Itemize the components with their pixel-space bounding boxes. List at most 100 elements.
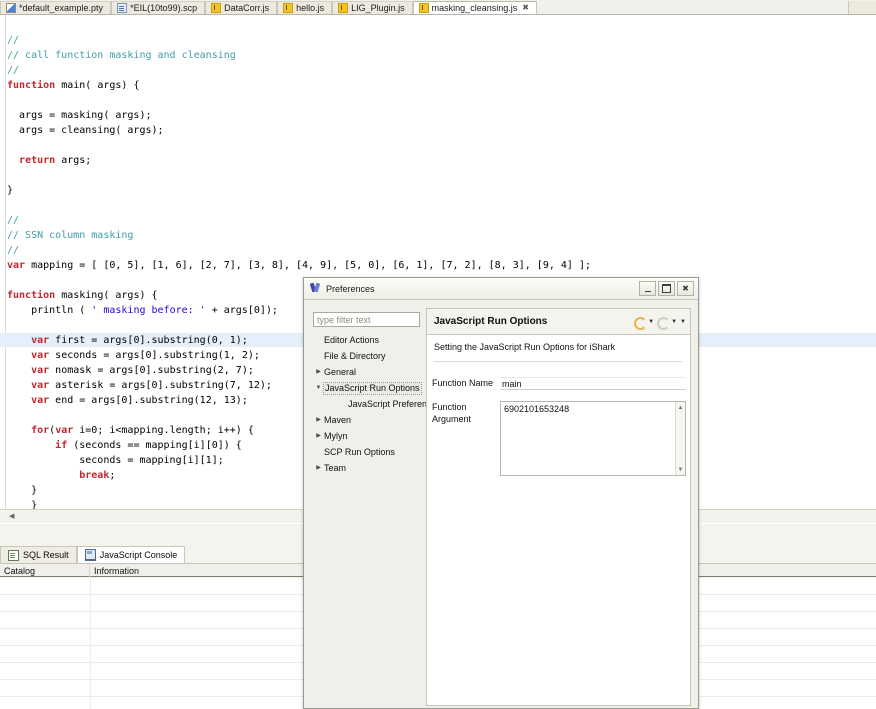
panel-description: Setting the JavaScript Run Options for i… <box>434 342 616 352</box>
code-line: return args; <box>19 155 92 166</box>
bottom-tab-label: JavaScript Console <box>99 550 178 560</box>
scroll-left-icon[interactable]: ◀ <box>9 513 14 520</box>
column-header-catalog[interactable]: Catalog <box>0 564 90 577</box>
scroll-up-icon[interactable]: ▲ <box>676 403 685 412</box>
preferences-dialog[interactable]: Preferences ✖ ▶Editor Actions▶File & Dir… <box>303 277 699 709</box>
editor-tab-bar: *default_example.pty *EIL(10to99).scp Da… <box>0 0 876 15</box>
code-line: } <box>7 185 14 196</box>
tree-item-editor-actions[interactable]: ▶Editor Actions <box>313 332 421 348</box>
forward-dropdown-icon[interactable]: ▼ <box>671 319 677 325</box>
tree-item-maven[interactable]: ▶ Maven <box>313 412 421 428</box>
function-argument-input[interactable] <box>501 402 676 475</box>
tree-item-label: General <box>324 366 357 377</box>
function-argument-scrollbar[interactable]: ▲ ▼ <box>675 402 685 475</box>
filter-input[interactable] <box>313 312 420 327</box>
code-line: // <box>7 65 20 76</box>
scroll-down-icon[interactable]: ▼ <box>676 465 685 474</box>
maximize-button[interactable] <box>658 281 675 296</box>
eclipse-ide-window: *default_example.pty *EIL(10to99).scp Da… <box>0 0 876 709</box>
panel-heading-bar: JavaScript Run Options ▼ ▼ ▼ <box>427 309 690 335</box>
code-line: // <box>7 245 20 256</box>
console-icon <box>84 549 96 561</box>
bottom-tab-bar: SQL Result JavaScript Console <box>0 545 186 563</box>
editor-tab-hello-js[interactable]: hello.js <box>277 1 333 14</box>
panel-navigation-controls: ▼ ▼ ▼ <box>634 316 686 330</box>
sql-result-icon <box>8 549 19 561</box>
tab-sql-result[interactable]: SQL Result <box>0 546 77 563</box>
editor-tab-label: *EIL(10to99).scp <box>130 3 198 13</box>
js-file-icon <box>418 3 429 13</box>
editor-tab-masking-cleansing-js[interactable]: masking_cleansing.js ✖ <box>412 1 537 14</box>
code-line: // <box>7 35 20 46</box>
function-name-input[interactable] <box>500 377 686 390</box>
js-file-icon <box>338 3 349 13</box>
editor-tab-label: masking_cleansing.js <box>431 3 518 13</box>
editor-gutter <box>0 15 6 523</box>
code-line: // <box>7 215 20 226</box>
back-icon[interactable] <box>634 316 648 330</box>
chevron-right-icon[interactable]: ▶ <box>313 465 324 471</box>
js-file-icon <box>211 3 222 13</box>
page-title: JavaScript Run Options <box>434 316 548 327</box>
close-button[interactable]: ✖ <box>677 281 694 296</box>
editor-tab-label: *default_example.pty <box>19 3 104 13</box>
tree-item-mylyn[interactable]: ▶ Mylyn <box>313 428 421 444</box>
tree-item-team[interactable]: ▶ Team <box>313 460 421 476</box>
tree-item-general[interactable]: ▶ General <box>313 364 421 380</box>
editor-tab-label: DataCorr.js <box>224 3 270 13</box>
view-menu-icon[interactable]: ▼ <box>680 319 686 325</box>
preferences-right-panel: JavaScript Run Options ▼ ▼ ▼ Setting the… <box>426 308 691 706</box>
tree-item-label: File & Directory <box>324 350 386 361</box>
code-line: // SSN column masking <box>7 230 134 241</box>
bottom-tab-label: SQL Result <box>23 550 69 560</box>
function-argument-field-wrapper: ▲ ▼ <box>500 401 686 476</box>
tab-javascript-console[interactable]: JavaScript Console <box>76 546 186 563</box>
editor-tab-label: hello.js <box>296 3 325 13</box>
minimize-button[interactable] <box>639 281 656 296</box>
dialog-window-buttons: ✖ <box>639 281 694 296</box>
panel-separator <box>434 361 682 362</box>
preferences-app-icon <box>310 283 321 294</box>
tree-item-label: JavaScript Run Options <box>323 381 422 395</box>
tree-item-scp-run-options[interactable]: ▶SCP Run Options <box>313 444 421 460</box>
chevron-right-icon[interactable]: ▶ <box>313 417 324 423</box>
tree-item-label: Editor Actions <box>324 334 380 345</box>
code-line: args = masking( args); <box>7 110 152 121</box>
editor-tab-default-example-pty[interactable]: *default_example.pty <box>0 1 112 14</box>
function-argument-label: Function Argument <box>432 402 472 424</box>
tree-item-file-directory[interactable]: ▶File & Directory <box>313 348 421 364</box>
function-name-row: Function Name <box>432 377 686 390</box>
tab-bar-spacer <box>536 1 848 14</box>
scp-file-icon <box>117 3 128 13</box>
code-line: var mapping = [ [0, 5], [1, 6], [2, 7], … <box>7 260 591 271</box>
preferences-tree[interactable]: ▶Editor Actions▶File & Directory▶General… <box>313 332 437 708</box>
editor-tab-datacorr-js[interactable]: DataCorr.js <box>205 1 278 14</box>
close-icon[interactable]: ✖ <box>522 4 529 12</box>
code-line: // call function masking and cleansing <box>7 50 236 61</box>
editor-tab-lig-plugin-js[interactable]: LIG_Plugin.js <box>332 1 413 14</box>
editor-tab-eil-scp[interactable]: *EIL(10to99).scp <box>111 1 206 14</box>
chevron-down-icon[interactable]: ▼ <box>313 385 324 391</box>
editor-tab-label: LIG_Plugin.js <box>351 3 405 13</box>
tree-item-label: Mylyn <box>324 430 348 441</box>
dialog-title-label: Preferences <box>326 283 375 294</box>
tab-bar-end-cap <box>848 1 876 14</box>
tree-item-label: JavaScript Preference <box>348 398 437 409</box>
close-icon: ✖ <box>682 283 689 293</box>
code-line: args = cleansing( args); <box>7 125 164 136</box>
back-dropdown-icon[interactable]: ▼ <box>648 319 654 325</box>
dialog-title-bar[interactable]: Preferences ✖ <box>304 278 698 300</box>
chevron-right-icon[interactable]: ▶ <box>313 369 324 375</box>
tree-item-javascript-run-options[interactable]: ▼ JavaScript Run Options <box>313 380 422 396</box>
chevron-right-icon[interactable]: ▶ <box>313 433 324 439</box>
function-name-label: Function Name <box>432 378 494 388</box>
pty-file-icon <box>6 3 16 13</box>
forward-icon[interactable] <box>657 316 671 330</box>
code-line: function main( args) { <box>7 80 140 91</box>
dialog-body: ▶Editor Actions▶File & Directory▶General… <box>304 300 698 708</box>
tree-item-javascript-preference[interactable]: ▶JavaScript Preference <box>313 396 437 412</box>
function-argument-row: Function Argument ▲ ▼ <box>432 401 686 476</box>
